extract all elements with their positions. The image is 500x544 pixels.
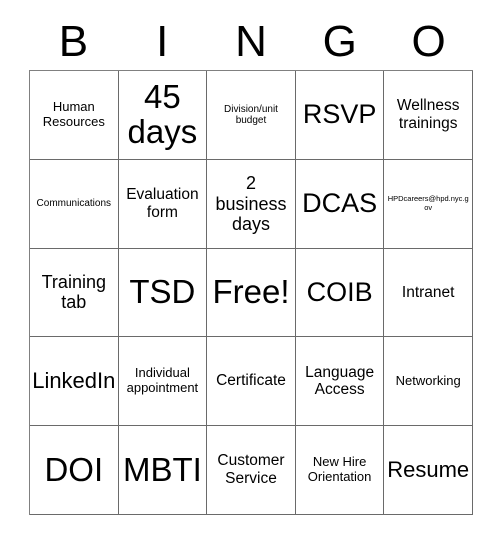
free-space-label: Free! <box>212 273 290 310</box>
bingo-cell-label: Certificate <box>216 372 286 390</box>
bingo-cell-r5c2[interactable]: MBTI <box>118 426 208 515</box>
bingo-cell-r4c3[interactable]: Certificate <box>207 337 296 427</box>
bingo-cell-r5c4[interactable]: New Hire Orientation <box>295 426 385 515</box>
bingo-cell-r3c2[interactable]: TSD <box>118 248 208 338</box>
bingo-cell-r4c5[interactable]: Networking <box>384 337 473 427</box>
bingo-cell-label: RSVP <box>302 99 377 130</box>
bingo-cell-r1c2[interactable]: 45 days <box>118 71 208 160</box>
bingo-cell-label: COIB <box>306 276 373 307</box>
bingo-cell-label: Individual appointment <box>126 365 199 396</box>
bingo-cell-r3c5[interactable]: Intranet <box>384 248 473 338</box>
header-letter-i: I <box>156 17 169 66</box>
bingo-cell-label: Evaluation form <box>126 186 199 221</box>
bingo-cell-r3c1[interactable]: Training tab <box>30 248 119 338</box>
bingo-cell-label: Wellness trainings <box>396 97 460 132</box>
bingo-cell-r3c4[interactable]: COIB <box>295 248 385 338</box>
bingo-cell-label: TSD <box>129 273 196 310</box>
bingo-cell-r2c5-email[interactable]: HPDcareers@hpd.nyc.gov <box>384 159 473 249</box>
bingo-cell-r1c5[interactable]: Wellness trainings <box>384 71 473 160</box>
bingo-cell-r2c4[interactable]: DCAS <box>295 159 385 249</box>
bingo-grid: Human Resources 45 days Division/unit bu… <box>29 70 473 515</box>
bingo-cell-r5c1[interactable]: DOI <box>30 426 119 515</box>
bingo-cell-label: Division/unit budget <box>224 103 278 126</box>
header-letter-o: O <box>411 17 446 66</box>
bingo-cell-r5c3[interactable]: Customer Service <box>207 426 296 515</box>
bingo-cell-label: 45 days <box>127 77 198 150</box>
bingo-cell-r1c1[interactable]: Human Resources <box>30 71 119 160</box>
bingo-cell-label: Networking <box>395 372 461 388</box>
bingo-cell-r2c2[interactable]: Evaluation form <box>118 159 208 249</box>
bingo-cell-r4c1[interactable]: LinkedIn <box>30 337 119 427</box>
bingo-cell-r2c1[interactable]: Communications <box>30 159 119 249</box>
bingo-card: B I N G O Human Resources 45 days Divisi… <box>0 0 500 544</box>
bingo-cell-r1c4[interactable]: RSVP <box>295 71 385 160</box>
bingo-cell-label: Resume <box>387 457 470 482</box>
bingo-cell-label: Language Access <box>305 363 375 399</box>
bingo-cell-r4c4[interactable]: Language Access <box>295 337 385 427</box>
header-letter-n: N <box>235 17 267 66</box>
header-letter-b: B <box>58 17 89 66</box>
bingo-cell-free-space[interactable]: Free! <box>207 248 296 338</box>
bingo-cell-label: Intranet <box>401 283 455 301</box>
bingo-cell-label: DCAS <box>302 188 378 219</box>
bingo-cell-r1c3[interactable]: Division/unit budget <box>207 71 296 160</box>
email-link-label: HPDcareers@hpd.nyc.gov <box>387 194 469 212</box>
bingo-cell-r2c3[interactable]: 2 business days <box>207 159 296 249</box>
bingo-cell-label: 2 business days <box>215 173 287 234</box>
bingo-cell-label: DOI <box>44 450 104 488</box>
bingo-cell-label: MBTI <box>122 450 202 488</box>
bingo-cell-label: Human Resources <box>42 99 105 129</box>
bingo-cell-label: Communications <box>36 198 112 210</box>
bingo-cell-label: New Hire Orientation <box>307 454 372 485</box>
bingo-cell-label: Customer Service <box>217 452 285 488</box>
bingo-cell-label: LinkedIn <box>32 368 116 394</box>
bingo-cell-r5c5[interactable]: Resume <box>384 426 473 515</box>
bingo-cell-label: Training tab <box>41 272 106 313</box>
bingo-cell-r4c2[interactable]: Individual appointment <box>118 337 208 427</box>
header-letter-g: G <box>322 17 357 66</box>
bingo-header-row: B I N G O <box>29 14 473 70</box>
